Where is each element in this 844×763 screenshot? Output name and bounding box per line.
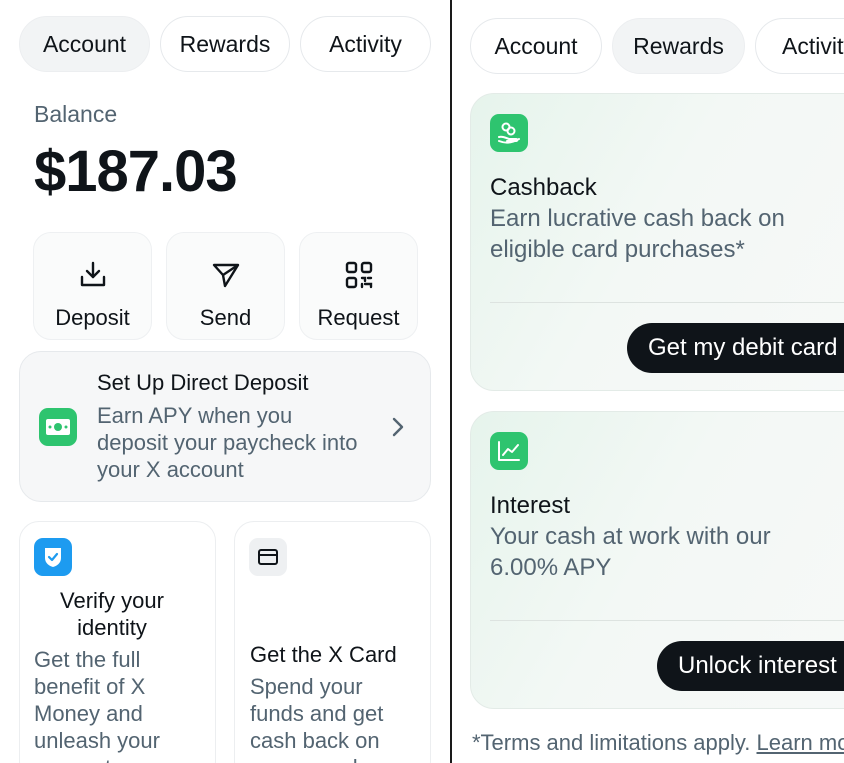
learn-more-link[interactable]: Learn more bbox=[757, 730, 844, 755]
tab-account[interactable]: Account bbox=[470, 18, 602, 74]
unlock-interest-button[interactable]: Unlock interest bbox=[657, 641, 844, 691]
tab-rewards[interactable]: Rewards bbox=[612, 18, 745, 74]
direct-deposit-card[interactable]: Set Up Direct Deposit Earn APY when you … bbox=[19, 351, 431, 502]
x-card-promo[interactable]: Get the X Card Spend your funds and get … bbox=[234, 521, 431, 763]
x-card-description: Spend your funds and get cash back on ev… bbox=[250, 674, 400, 763]
verify-identity-description: Get the full benefit of X Money and unle… bbox=[34, 647, 160, 763]
chevron-right-icon bbox=[386, 412, 410, 442]
tab-activity[interactable]: Activity bbox=[755, 18, 844, 74]
cashback-title: Cashback bbox=[490, 174, 597, 201]
shield-check-icon bbox=[34, 538, 72, 576]
send-button[interactable]: Send bbox=[166, 232, 285, 340]
interest-description: Your cash at work with our 6.00% APY bbox=[490, 523, 771, 581]
direct-deposit-description: Earn APY when you deposit your paycheck … bbox=[97, 403, 358, 482]
send-label: Send bbox=[199, 305, 252, 330]
tab-rewards[interactable]: Rewards bbox=[160, 16, 290, 72]
tab-activity[interactable]: Activity bbox=[300, 16, 431, 72]
x-card-title: Get the X Card bbox=[250, 642, 397, 667]
cashback-separator bbox=[490, 302, 844, 303]
direct-deposit-title: Set Up Direct Deposit bbox=[97, 370, 309, 395]
account-screen: Account Rewards Activity Balance $187.03… bbox=[0, 0, 450, 763]
request-label: Request bbox=[317, 305, 400, 330]
interest-card: Interest Your cash at work with our 6.00… bbox=[470, 411, 844, 709]
cash-icon bbox=[39, 408, 77, 446]
interest-separator bbox=[490, 620, 844, 621]
qr-code-icon bbox=[343, 259, 375, 291]
interest-title: Interest bbox=[490, 492, 571, 519]
chart-icon bbox=[490, 432, 528, 470]
deposit-label: Deposit bbox=[55, 305, 130, 330]
request-button[interactable]: Request bbox=[299, 232, 418, 340]
credit-card-icon bbox=[249, 538, 287, 576]
coins-hand-icon bbox=[490, 114, 528, 152]
balance-label: Balance bbox=[34, 101, 118, 127]
cashback-description: Earn lucrative cash back on eligible car… bbox=[490, 205, 785, 263]
verify-identity-title: Verify your identity bbox=[60, 588, 164, 640]
deposit-button[interactable]: Deposit bbox=[33, 232, 152, 340]
cashback-card: Cashback Earn lucrative cash back on eli… bbox=[470, 93, 844, 391]
tab-account[interactable]: Account bbox=[19, 16, 150, 72]
terms-text: *Terms and limitations apply. bbox=[472, 730, 751, 755]
verify-identity-card[interactable]: Verify your identity Get the full benefi… bbox=[19, 521, 216, 763]
rewards-screen: Account Rewards Activity Cashback Earn l… bbox=[452, 0, 844, 763]
get-debit-card-button[interactable]: Get my debit card bbox=[627, 323, 844, 373]
send-icon bbox=[210, 259, 242, 291]
download-icon bbox=[77, 259, 109, 291]
balance-amount: $187.03 bbox=[34, 139, 238, 204]
terms-footnote: *Terms and limitations apply. Learn more bbox=[472, 730, 844, 756]
